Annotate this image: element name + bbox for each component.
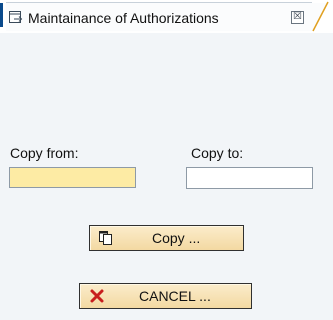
cancel-x-icon <box>90 289 104 303</box>
copy-from-label: Copy from: <box>10 145 79 161</box>
copy-button[interactable]: Copy ... <box>89 225 244 251</box>
tab-accent-bar <box>0 3 3 27</box>
copy-icon <box>99 231 112 245</box>
window-external-icon <box>9 11 23 23</box>
cancel-button-label: CANCEL ... <box>139 288 211 304</box>
cancel-button[interactable]: CANCEL ... <box>79 283 252 309</box>
window-tab-bar: Maintainance of Authorizations ☒ <box>0 0 333 33</box>
copy-to-label: Copy to: <box>191 145 244 161</box>
window-title: Maintainance of Authorizations <box>28 10 219 26</box>
copy-button-label: Copy ... <box>152 230 201 246</box>
copy-from-input[interactable] <box>9 167 136 188</box>
tab-edge <box>306 1 329 32</box>
copy-to-input[interactable] <box>186 167 313 189</box>
window-tab[interactable]: Maintainance of Authorizations ☒ <box>6 2 312 31</box>
